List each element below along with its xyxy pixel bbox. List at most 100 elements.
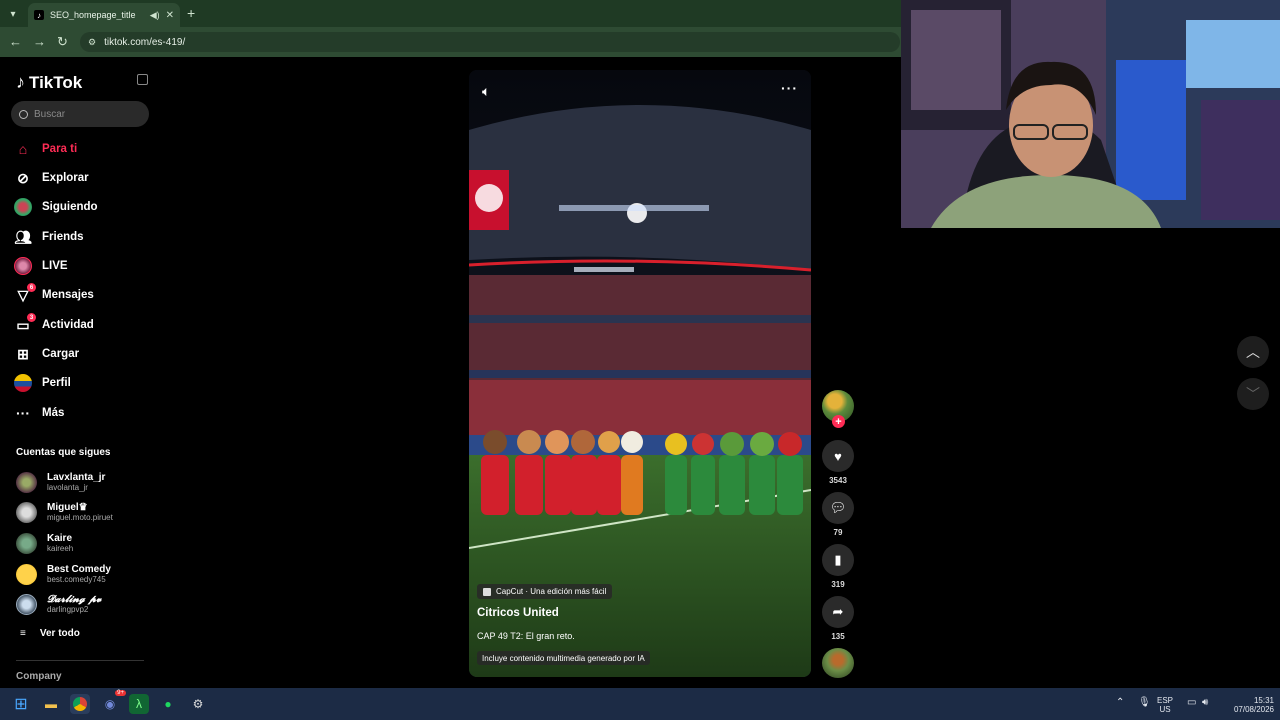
video-author[interactable]: Citricos United: [477, 607, 559, 619]
sidebar-divider: [16, 660, 144, 661]
tiktok-logo[interactable]: ♪ TikTok: [16, 72, 82, 93]
discord-badge: 9+: [115, 690, 126, 696]
follow-plus-icon[interactable]: +: [832, 415, 845, 428]
following-account[interactable]: Best Comedy best.comedy745: [16, 562, 111, 586]
heart-icon: ♥: [834, 448, 842, 464]
emoji-avatar: [16, 563, 37, 585]
save-count: 319: [831, 580, 845, 589]
bookmark-icon: ▮: [834, 552, 842, 567]
compass-icon: ⊘: [17, 169, 29, 186]
network-icon[interactable]: ▭: [1187, 698, 1196, 708]
see-all-link[interactable]: ≡ Ver todo: [20, 628, 80, 639]
next-video-chevron-down-icon[interactable]: ﹀: [1237, 378, 1269, 410]
following-account[interactable]: 𝓓𝓪𝓻𝓵𝓲𝓷𝓰 𝓹𝓿 darlingpvp2: [16, 592, 101, 616]
account-name: 𝓓𝓪𝓻𝓵𝓲𝓷𝓰 𝓹𝓿: [47, 593, 102, 605]
following-account[interactable]: Lavxlanta_jr lavolanta_jr: [16, 470, 105, 494]
capcut-label: CapCut · Una edición más fácil: [496, 587, 607, 596]
share-count: 135: [831, 632, 845, 641]
clock-time: 15:31: [1253, 696, 1274, 705]
share-button[interactable]: ➦: [822, 596, 854, 628]
nav-item-mensajes[interactable]: ▽ 6 Mensajes: [14, 283, 94, 306]
upload-icon: ⊞: [17, 345, 29, 362]
site-info-icon[interactable]: ⚙: [88, 37, 96, 48]
following-header: Cuentas que sigues: [16, 447, 111, 458]
more-options-icon[interactable]: ···: [781, 80, 798, 96]
app-lambda-icon[interactable]: λ: [129, 694, 149, 714]
capcut-icon: [483, 587, 491, 596]
tab-title: SEO_homepage_title: [50, 10, 136, 20]
reload-icon[interactable]: ↻: [57, 34, 68, 50]
chrome-icon[interactable]: [70, 694, 90, 714]
nav-item-explorar[interactable]: ⊘ Explorar: [14, 167, 89, 189]
nav-item-perfil[interactable]: Perfil: [14, 372, 71, 394]
account-username: darlingpvp2: [47, 604, 89, 614]
back-icon[interactable]: ←: [9, 34, 22, 49]
nav-item-live[interactable]: LIVE: [14, 255, 68, 277]
nav-item-mas[interactable]: ··· Más: [14, 402, 64, 424]
nav-item-actividad[interactable]: ▭ 3 Actividad: [14, 313, 94, 336]
nav-label: Para ti: [42, 143, 78, 155]
activity-icon: ▭ 3: [14, 313, 36, 334]
friends-icon: 👥︎: [14, 228, 32, 245]
account-name: Miguel♛: [47, 501, 88, 513]
new-tab-button[interactable]: +: [187, 5, 195, 21]
save-button[interactable]: ▮: [822, 544, 854, 576]
account-name: Best Comedy: [47, 563, 111, 575]
collapse-sidebar-icon[interactable]: [137, 74, 148, 85]
following-account[interactable]: Miguel♛ miguel.moto.piruet: [16, 500, 113, 524]
nav-label: Siguiendo: [42, 201, 98, 213]
comment-button[interactable]: 💬︎: [822, 492, 854, 524]
nav-label: Mensajes: [42, 289, 94, 301]
company-link[interactable]: Company: [16, 671, 62, 682]
home-icon: ⌂: [18, 141, 28, 157]
webcam-image: [901, 0, 1280, 228]
logo-text: TikTok: [29, 72, 83, 92]
tab-close-icon[interactable]: ✕: [166, 10, 174, 21]
account-username: kaireeh: [47, 543, 74, 553]
forward-icon[interactable]: →: [33, 34, 46, 49]
tiktok-note-icon: ♪: [16, 72, 25, 92]
avatar: [16, 593, 37, 615]
share-icon: ➦: [832, 604, 844, 619]
ai-content-label: Incluye contenido multimedia generado po…: [477, 651, 650, 665]
clock-date: 07/08/2026: [1233, 705, 1274, 714]
tab-audio-icon[interactable]: ◀): [150, 10, 160, 21]
nav-item-para-ti[interactable]: ⌂ Para ti: [14, 138, 77, 160]
following-avatar-icon: [14, 198, 32, 216]
windows-start-icon[interactable]: ⊞: [11, 694, 31, 714]
discord-icon[interactable]: ◉ 9+: [100, 690, 126, 714]
microphone-icon[interactable]: 🎙︎: [1138, 698, 1151, 708]
music-disc-icon[interactable]: [822, 648, 854, 678]
keyboard-language[interactable]: ESP US: [1157, 696, 1173, 714]
tray-chevron-up-icon[interactable]: ⌃: [1116, 698, 1124, 708]
account-name: Kaire: [47, 532, 73, 544]
video-description: CAP 49 T2: El gran reto.: [477, 631, 575, 641]
avatar: [16, 471, 37, 493]
nav-item-cargar[interactable]: ⊞ Cargar: [14, 343, 79, 365]
like-button[interactable]: ♥: [822, 440, 854, 472]
nav-item-friends[interactable]: 👥︎ Friends: [14, 226, 84, 248]
nav-label: LIVE: [42, 260, 68, 272]
file-explorer-icon[interactable]: ▬: [41, 694, 61, 714]
following-account[interactable]: Kaire kaireeh: [16, 531, 73, 555]
browser-tab[interactable]: ♪ SEO_homepage_title ◀) ✕: [28, 3, 180, 27]
nav-label: Más: [42, 407, 65, 419]
previous-video-chevron-up-icon[interactable]: ︿: [1237, 336, 1269, 368]
tiktok-favicon-icon: ♪: [34, 10, 44, 20]
capcut-tag[interactable]: CapCut · Una edición más fácil: [477, 584, 613, 599]
volume-icon[interactable]: 🔈︎: [482, 83, 490, 100]
more-icon: ···: [16, 405, 30, 421]
live-icon: [14, 257, 32, 275]
account-username: miguel.moto.piruet: [47, 512, 113, 522]
clock[interactable]: 15:31 07/08/2026: [1224, 696, 1274, 714]
app-settings-icon[interactable]: ⚙: [188, 694, 208, 714]
tab-search-chevron-icon[interactable]: ▾: [4, 5, 22, 23]
nav-label: Friends: [42, 231, 84, 243]
nav-item-siguiendo[interactable]: Siguiendo: [14, 196, 98, 218]
avatar: [16, 501, 37, 523]
address-bar[interactable]: ⚙ tiktok.com/es-419/: [80, 32, 900, 52]
speaker-icon[interactable]: 🔊︎: [1202, 698, 1208, 708]
spotify-icon[interactable]: ●: [158, 694, 178, 714]
lang-top: ESP: [1157, 696, 1174, 705]
search-input[interactable]: Buscar: [11, 101, 149, 127]
